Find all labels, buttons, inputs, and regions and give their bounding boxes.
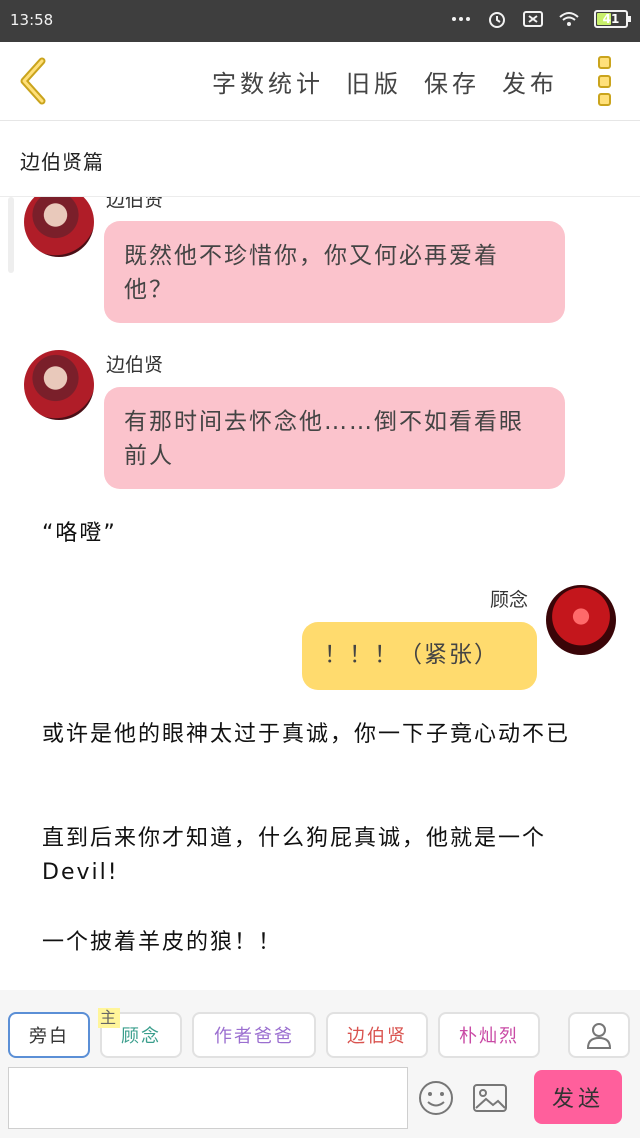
status-bar: 13:58 41 [0,0,640,42]
word-count-button[interactable]: 字数统计 [212,64,324,99]
status-time: 13:58 [10,11,54,29]
role-gu-nian[interactable]: 主 顾念 [98,1008,182,1058]
old-version-button[interactable]: 旧版 [346,64,402,99]
avatar[interactable] [24,350,94,420]
wifi-icon [559,12,579,26]
main-role-badge: 主 [98,1008,121,1028]
narration-text[interactable]: 或许是他的眼神太过于真诚，你一下子竟心动不已 [42,718,612,752]
message-bubble[interactable]: 既然他不珍惜你，你又何必再爱着他？ [104,221,565,323]
image-icon[interactable] [470,1078,510,1118]
save-button[interactable]: 保存 [424,64,480,99]
role-label: 旁白 [29,1026,69,1047]
message-input[interactable] [8,1067,408,1129]
send-button[interactable]: 发送 [534,1070,622,1124]
editor-toolbar: 字数统计 旧版 保存 发布 [0,42,640,121]
document-title[interactable]: 边伯贤篇 [20,146,104,175]
scrollbar-thumb[interactable] [8,197,14,273]
back-chevron-icon[interactable] [14,56,54,106]
chat-area[interactable]: 边伯贤 既然他不珍惜你，你又何必再爱着他？ 边伯贤 有那时间去怀念他……倒不如看… [0,197,640,990]
message-sender: 顾念 [490,589,529,611]
narration-text[interactable]: 一个披着羊皮的狼！！ [42,926,612,960]
narration-text[interactable]: 直到后来你才知道，什么狗屁真诚，他就是一个Devil! [42,822,612,890]
avatar[interactable] [546,585,616,655]
message-bubble[interactable]: 有那时间去怀念他……倒不如看看眼前人 [104,387,565,489]
role-author[interactable]: 作者爸爸 [192,1012,316,1058]
role-narrator[interactable]: 旁白 [8,1012,90,1058]
battery-level: 41 [602,12,620,26]
avatar[interactable] [24,197,94,257]
emoji-icon[interactable] [416,1078,456,1118]
role-selector: 旁白 主 顾念 作者爸爸 边伯贤 朴灿烈 [8,1008,540,1058]
role-label: 顾念 [121,1026,161,1047]
document-header: 边伯贤篇 [0,120,640,197]
role-label: 朴灿烈 [459,1026,519,1047]
publish-button[interactable]: 发布 [502,64,558,99]
role-label: 作者爸爸 [214,1026,294,1047]
message-sender: 边伯贤 [106,354,164,376]
profile-button[interactable] [568,1012,630,1058]
alarm-icon [489,12,505,28]
status-icons: 41 [450,8,631,30]
more-icon[interactable] [598,56,614,106]
role-bian-boxian[interactable]: 边伯贤 [326,1012,428,1058]
role-park-chanyeol[interactable]: 朴灿烈 [438,1012,540,1058]
sim-icon [523,11,543,27]
role-label: 边伯贤 [347,1026,407,1047]
profile-icon [586,1023,612,1049]
message-sender: 边伯贤 [106,197,164,211]
composer: 旁白 主 顾念 作者爸爸 边伯贤 朴灿烈 发送 [0,990,640,1138]
battery-indicator: 41 [594,10,631,28]
message-bubble[interactable]: ！！！（紧张） [302,622,537,690]
signal-dots-icon [452,17,470,21]
toolbar-actions: 字数统计 旧版 保存 发布 [212,64,558,99]
narration-text[interactable]: “咯噔” [42,517,612,551]
